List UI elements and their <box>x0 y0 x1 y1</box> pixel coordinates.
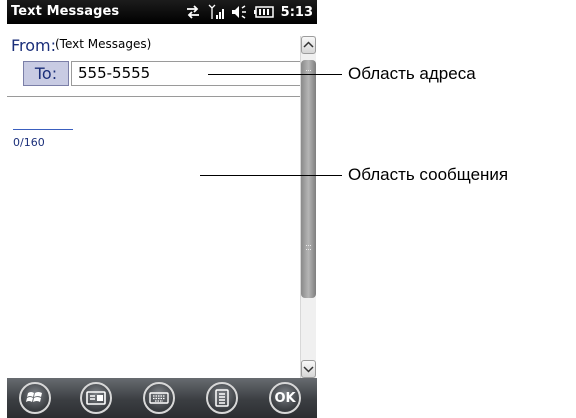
from-account[interactable]: (Text Messages) <box>55 37 151 51</box>
signal-icon[interactable] <box>208 4 224 20</box>
header-divider <box>7 96 304 97</box>
keyboard-icon <box>149 392 169 404</box>
ok-button[interactable]: OK <box>269 382 301 414</box>
scroll-up-button[interactable] <box>301 36 316 54</box>
message-input-line[interactable] <box>13 129 73 130</box>
battery-icon[interactable] <box>253 6 274 18</box>
status-icons: 5:13 <box>185 3 313 21</box>
device-screen: Text Messages 5:13 From: (Text Messages)… <box>7 0 317 418</box>
scroll-thumb[interactable] <box>301 60 316 298</box>
address-callout-line <box>208 74 342 75</box>
chevron-down-icon <box>303 366 314 373</box>
scroll-down-button[interactable] <box>301 360 316 378</box>
keyboard-button[interactable] <box>143 382 175 414</box>
start-icon <box>26 392 42 402</box>
to-button[interactable]: To: <box>23 61 69 86</box>
vertical-scrollbar[interactable] <box>300 36 316 378</box>
grip-bottom-icon <box>306 245 311 250</box>
messaging-icon <box>86 391 106 405</box>
chevron-up-icon <box>303 41 314 48</box>
menu-icon <box>215 389 229 407</box>
address-area-callout: Область адреса <box>348 64 476 83</box>
bottom-toolbar: OK <box>7 378 317 418</box>
message-area-callout: Область сообщения <box>348 165 509 184</box>
status-bar: Text Messages 5:13 <box>7 0 317 24</box>
app-title: Text Messages <box>11 4 120 19</box>
from-label: From: <box>11 36 57 55</box>
speaker-icon[interactable] <box>231 5 247 19</box>
start-button[interactable] <box>19 382 51 414</box>
connectivity-icon[interactable] <box>185 5 201 19</box>
messaging-button[interactable] <box>80 382 112 414</box>
character-counter: 0/160 <box>13 136 45 149</box>
clock-time[interactable]: 5:13 <box>281 5 313 20</box>
message-callout-line <box>200 175 342 176</box>
menu-button[interactable] <box>206 382 238 414</box>
